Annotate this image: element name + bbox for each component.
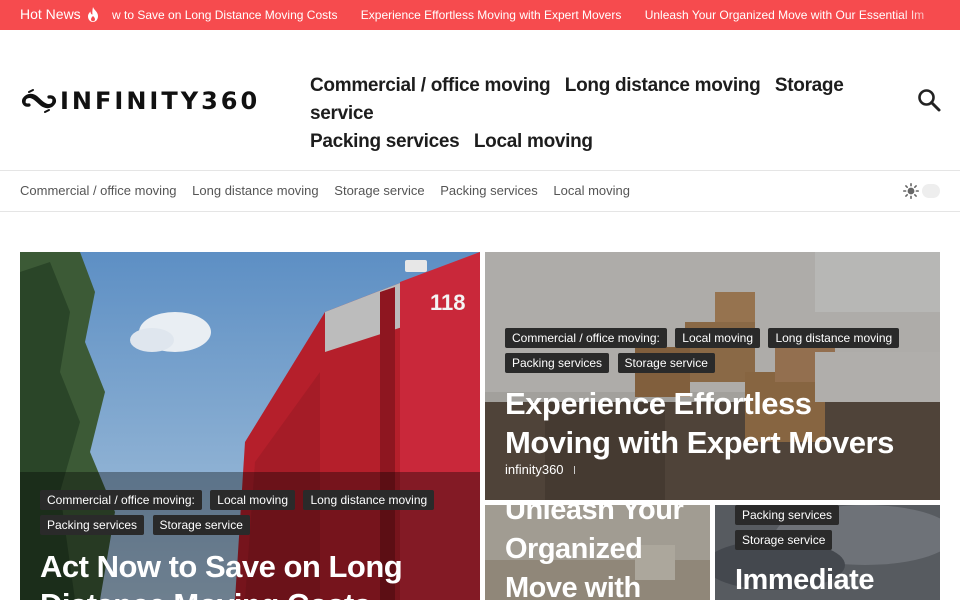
nav-link-long-distance[interactable]: Long distance moving [565, 75, 761, 96]
tag-badge[interactable]: Packing services [40, 515, 145, 535]
nav-link-commercial[interactable]: Commercial / office moving [310, 75, 551, 96]
site-logo[interactable]: INFINITY360 [20, 87, 260, 115]
ticker-item[interactable]: Experience Effortless Moving with Expert… [361, 8, 622, 22]
tag-badge[interactable]: Packing services [505, 353, 610, 373]
tag-badge[interactable]: Storage service [735, 530, 833, 550]
featured-post-card[interactable]: 118 Commercial / office moving: Local mo… [20, 252, 480, 600]
main-nav: Commercial / office moving Long distance… [310, 72, 870, 156]
search-icon[interactable] [916, 87, 942, 113]
secondary-nav: Commercial / office moving Long distance… [0, 170, 960, 212]
nav-link-packing[interactable]: Packing services [310, 131, 460, 152]
tag-badge[interactable]: Long distance moving [303, 490, 435, 510]
post-title[interactable]: Act Now to Save on Long Distance Moving … [40, 548, 460, 600]
post-tags: Commercial / office moving: Local moving… [40, 490, 460, 540]
post-tags: Commercial / office moving: Local moving… [505, 328, 925, 378]
meta-divider [574, 466, 575, 474]
subnav-link-local[interactable]: Local moving [553, 183, 630, 198]
subnav-link-long-distance[interactable]: Long distance moving [192, 183, 318, 198]
tag-badge[interactable]: Long distance moving [768, 328, 900, 348]
hot-news-label: Hot News [20, 6, 81, 22]
infinity-logo-icon [22, 89, 56, 113]
ticker-items: w to Save on Long Distance Moving Costs … [112, 8, 944, 22]
ticker-item[interactable]: Unleash Your Organized Move with Our Ess… [645, 8, 924, 22]
tag-badge[interactable]: Packing services [735, 505, 840, 525]
post-tags: Packing services Storage service [735, 505, 935, 555]
post-card[interactable]: Unleash Your Organized Move with [485, 505, 710, 600]
post-author[interactable]: infinity360 [505, 462, 564, 477]
ticker-item[interactable]: w to Save on Long Distance Moving Costs [112, 8, 337, 22]
ticker-fade [900, 0, 960, 30]
tag-badge[interactable]: Commercial / office moving: [40, 490, 202, 510]
post-card[interactable]: Packing services Storage service Immedia… [715, 505, 940, 600]
brand-name: INFINITY360 [60, 87, 261, 115]
subnav-link-packing[interactable]: Packing services [440, 183, 538, 198]
tag-badge[interactable]: Storage service [617, 353, 715, 373]
hot-news-ticker: Hot News w to Save on Long Distance Movi… [0, 0, 960, 30]
sun-icon[interactable] [903, 183, 919, 199]
svg-text:118: 118 [430, 290, 466, 315]
post-title[interactable]: Immediate [735, 561, 935, 599]
tag-badge[interactable]: Local moving [210, 490, 295, 510]
tag-badge[interactable]: Commercial / office moving: [505, 328, 667, 348]
tag-badge[interactable]: Storage service [152, 515, 250, 535]
dark-mode-toggle[interactable] [922, 184, 940, 198]
post-title[interactable]: Unleash Your Organized Move with [505, 505, 705, 600]
site-header: INFINITY360 Commercial / office moving L… [0, 30, 960, 170]
tag-badge[interactable]: Local moving [675, 328, 760, 348]
subnav-link-commercial[interactable]: Commercial / office moving [20, 183, 177, 198]
secondary-nav-links: Commercial / office moving Long distance… [20, 183, 642, 198]
nav-link-local[interactable]: Local moving [474, 131, 593, 152]
post-title[interactable]: Experience Effortless Moving with Expert… [505, 384, 925, 462]
subnav-link-storage[interactable]: Storage service [334, 183, 424, 198]
featured-post-card[interactable]: Commercial / office moving: Local moving… [485, 252, 940, 500]
flame-icon [88, 7, 98, 22]
